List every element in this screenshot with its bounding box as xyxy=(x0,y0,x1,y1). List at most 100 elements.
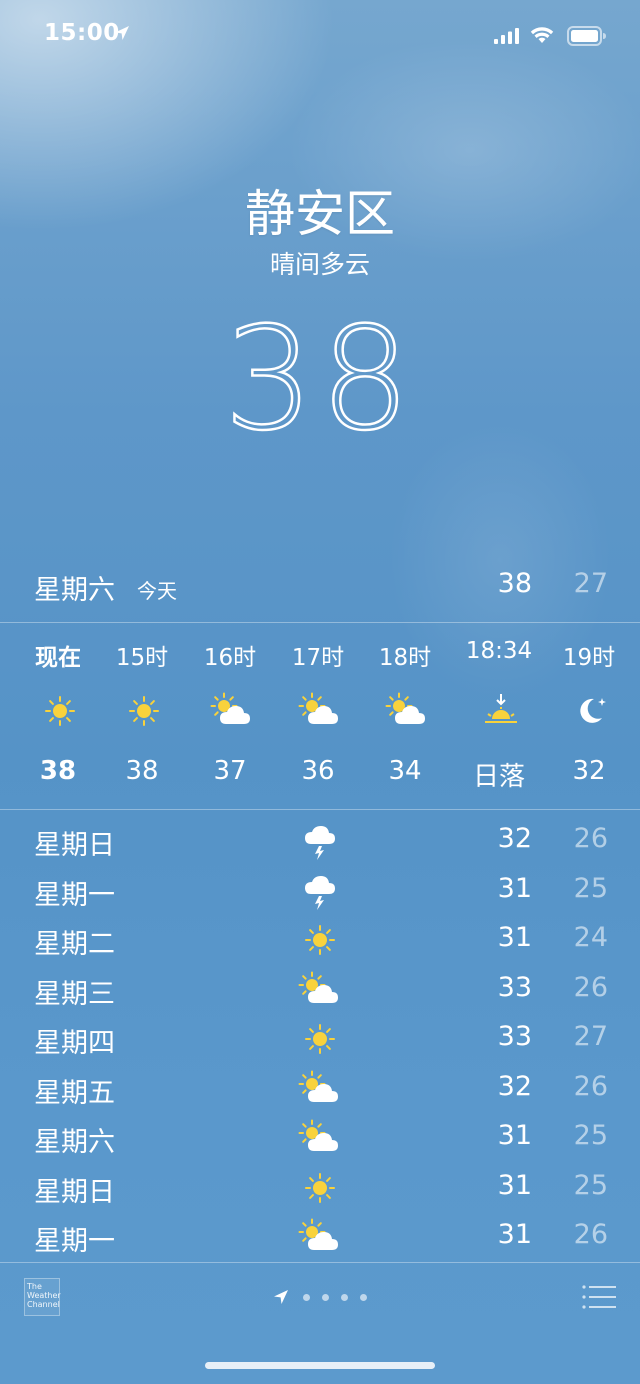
daily-high: 32 xyxy=(497,823,532,854)
divider xyxy=(0,1262,640,1263)
hourly-item: 19时 32 xyxy=(549,624,629,808)
daily-row: 星期四 33 27 xyxy=(0,1014,640,1064)
sunset-icon xyxy=(479,692,519,728)
hourly-time: 16时 xyxy=(203,645,257,671)
daily-high: 31 xyxy=(497,872,532,904)
daily-day: 星期五 xyxy=(34,1077,115,1109)
hourly-temperature: 38 xyxy=(39,756,77,786)
daily-day: 星期四 xyxy=(34,1028,115,1059)
daily-row: 星期一 31 26 xyxy=(0,1212,640,1262)
location-header: 静安区 晴间多云 xyxy=(0,182,640,282)
today-low: 27 xyxy=(573,568,608,599)
hourly-item: 15时 38 xyxy=(102,624,182,808)
partly-cloudy-icon xyxy=(210,692,250,728)
daily-low: 25 xyxy=(573,1120,608,1151)
current-temperature: 38 xyxy=(222,297,417,462)
hourly-temperature: 日落 xyxy=(472,762,525,792)
daily-row: 星期五 32 26 xyxy=(0,1064,640,1114)
page-dot xyxy=(360,1294,367,1301)
sun-icon xyxy=(298,1169,342,1207)
daily-day: 星期三 xyxy=(34,978,115,1010)
daily-high: 33 xyxy=(497,1021,532,1052)
hourly-time: 17时 xyxy=(291,645,345,671)
daily-row: 星期日 31 25 xyxy=(0,1163,640,1213)
cellular-signal-icon xyxy=(494,28,519,44)
daily-day: 星期日 xyxy=(34,830,115,861)
sun-icon xyxy=(298,921,342,959)
hourly-time: 19时 xyxy=(562,645,616,671)
daily-day: 星期二 xyxy=(34,929,115,960)
hourly-item: 18:34 日落 xyxy=(459,624,539,808)
thunderstorm-icon xyxy=(298,822,342,860)
location-page-icon xyxy=(274,1290,288,1304)
daily-high: 31 xyxy=(497,922,532,953)
hourly-temperature: 32 xyxy=(572,756,606,786)
daily-day: 星期一 xyxy=(34,879,115,911)
page-dot xyxy=(303,1294,310,1301)
daily-high: 33 xyxy=(497,971,532,1003)
daily-low: 25 xyxy=(573,1169,608,1201)
daily-low: 26 xyxy=(573,1070,608,1102)
daily-row: 星期六 31 25 xyxy=(0,1113,640,1163)
partly-cloudy-icon xyxy=(298,692,338,728)
daily-day: 星期六 xyxy=(34,1127,115,1158)
hourly-temperature: 34 xyxy=(388,756,422,786)
daily-row: 星期三 33 26 xyxy=(0,965,640,1015)
status-bar: 15:00 xyxy=(0,18,640,54)
weather-channel-logo[interactable]: The Weather Channel xyxy=(24,1278,61,1316)
daily-forecast[interactable]: 星期日 32 26 星期一 31 25 星期二 31 24 星期三 33 26 星期四 … xyxy=(0,816,640,1262)
divider xyxy=(0,622,640,623)
daily-high: 31 xyxy=(497,1169,532,1201)
hourly-temperature: 36 xyxy=(301,756,335,786)
daily-row: 星期二 31 24 xyxy=(0,915,640,965)
today-day: 星期六 xyxy=(34,575,115,606)
location-arrow-icon xyxy=(115,26,129,40)
weather-condition: 晴间多云 xyxy=(269,250,370,279)
partly-cloudy-icon xyxy=(298,1070,342,1108)
page-dot xyxy=(322,1294,329,1301)
hourly-item: 18时 34 xyxy=(365,624,445,808)
today-tag: 今天 xyxy=(137,579,177,603)
thunderstorm-icon xyxy=(298,872,342,910)
daily-low: 26 xyxy=(573,971,608,1003)
page-dot xyxy=(341,1294,348,1301)
moon-icon xyxy=(569,692,609,728)
hourly-forecast[interactable]: 现在 38 15时 38 16时 37 17时 36 18时 34 18:34 日落 19时… xyxy=(0,624,640,808)
footer-toolbar: The Weather Channel xyxy=(0,1264,640,1334)
hourly-time: 15时 xyxy=(115,645,169,671)
daily-high: 32 xyxy=(497,1070,532,1102)
today-high: 38 xyxy=(497,568,532,599)
hourly-time: 18时 xyxy=(378,645,432,671)
daily-high: 31 xyxy=(497,1120,532,1151)
partly-cloudy-icon xyxy=(298,1119,342,1157)
daily-low: 24 xyxy=(573,922,608,953)
hourly-item: 现在 38 xyxy=(18,624,98,808)
battery-icon xyxy=(567,26,606,46)
daily-high: 31 xyxy=(497,1219,532,1250)
partly-cloudy-icon xyxy=(298,1218,342,1256)
partly-cloudy-icon xyxy=(298,971,342,1009)
daily-low: 27 xyxy=(573,1021,608,1052)
daily-low: 26 xyxy=(573,1219,608,1250)
city-name: 静安区 xyxy=(245,185,395,243)
sun-icon xyxy=(38,692,78,728)
hourly-temperature: 38 xyxy=(125,756,159,786)
hourly-time: 现在 xyxy=(35,645,81,671)
daily-low: 26 xyxy=(573,823,608,854)
sun-icon xyxy=(298,1020,342,1058)
daily-row: 星期一 31 25 xyxy=(0,866,640,916)
sun-icon xyxy=(122,692,162,728)
today-row: 星期六 今天 38 27 xyxy=(0,562,640,610)
hourly-time: 18:34 xyxy=(465,638,533,664)
page-indicator[interactable] xyxy=(272,1286,382,1310)
wifi-icon xyxy=(530,27,554,43)
daily-day: 星期一 xyxy=(34,1226,115,1257)
city-list-icon[interactable] xyxy=(582,1284,616,1310)
hourly-item: 16时 37 xyxy=(190,624,270,808)
home-indicator[interactable] xyxy=(205,1362,435,1369)
divider xyxy=(0,809,640,810)
partly-cloudy-icon xyxy=(385,692,425,728)
hourly-item: 17时 36 xyxy=(278,624,358,808)
daily-day: 星期日 xyxy=(34,1176,115,1208)
daily-row: 星期日 32 26 xyxy=(0,816,640,866)
